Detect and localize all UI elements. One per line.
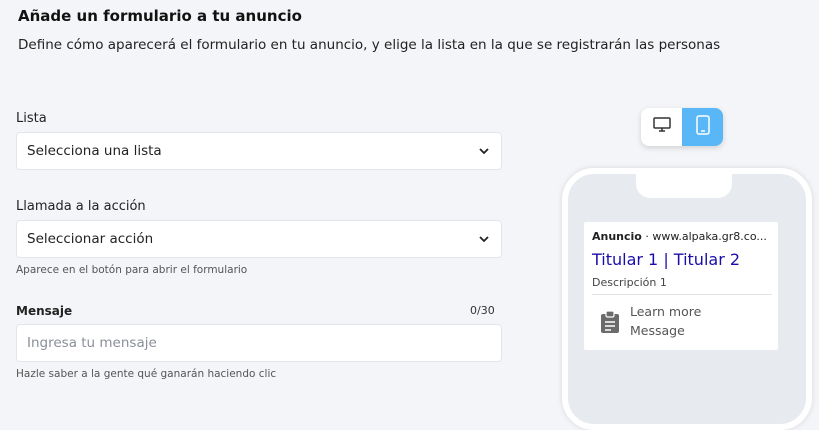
chevron-down-icon [477,144,491,158]
ad-title: Titular 1 | Titular 2 [592,250,741,269]
device-toggle [641,108,723,146]
list-label: Lista [16,111,47,126]
message-label: Mensaje [16,304,73,318]
ad-header: Anuncio · www.alpaka.gr8.co... [592,230,767,243]
chevron-down-icon [477,232,491,246]
cta-help-text: Aparece en el botón para abrir el formul… [16,264,248,276]
ad-separator: · [645,230,649,243]
page-subtitle: Define cómo aparecerá el formulario en t… [18,37,721,53]
clipboard-icon [598,310,622,334]
phone-notch [636,172,732,198]
ad-preview-card: Anuncio · www.alpaka.gr8.co... Titular 1… [584,222,778,350]
message-counter: 0/30 [470,304,495,317]
learn-more-text: Learn more [630,304,702,319]
mobile-preview-button[interactable] [682,108,723,146]
cta-select[interactable]: Seleccionar acción [16,220,502,258]
page-title: Añade un formulario a tu anuncio [18,7,302,25]
cta-select-value: Seleccionar acción [27,231,154,247]
ad-description: Descripción 1 [592,276,667,289]
lead-form-extension: Learn more Message [630,302,701,340]
list-select[interactable]: Selecciona una lista [16,132,502,170]
message-input[interactable]: Ingresa tu mensaje [16,324,502,362]
ad-url: www.alpaka.gr8.co... [652,230,767,243]
ad-divider [592,294,772,295]
cta-label: Llamada a la acción [16,199,146,214]
message-text: Message [630,323,685,338]
message-help-text: Hazle saber a la gente qué ganarán hacie… [16,368,277,380]
mobile-preview-frame: Anuncio · www.alpaka.gr8.co... Titular 1… [562,168,812,430]
mobile-icon [695,115,710,139]
ad-label: Anuncio [592,230,642,243]
desktop-preview-button[interactable] [641,108,682,146]
desktop-icon [652,117,671,137]
list-select-value: Selecciona una lista [27,143,162,159]
